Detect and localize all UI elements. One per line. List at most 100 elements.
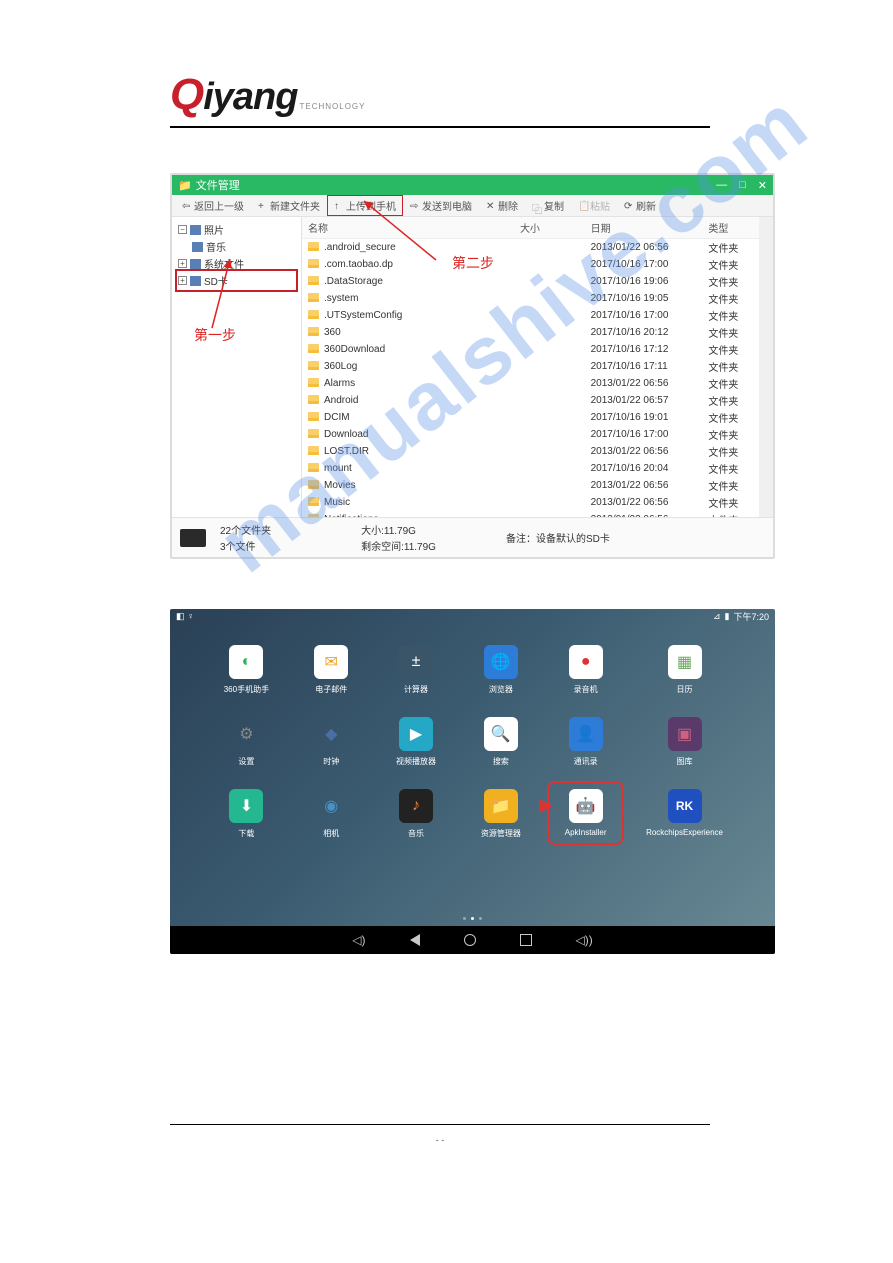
table-row[interactable]: Music2013/01/22 06:56文件夹: [302, 494, 773, 511]
app-label: 相机: [323, 828, 339, 839]
cell-date: 2017/10/16 17:12: [585, 341, 703, 358]
cell-size: [514, 443, 585, 460]
cell-size: [514, 409, 585, 426]
app-label: 时钟: [323, 756, 339, 767]
tree-item[interactable]: − 照片: [178, 221, 295, 238]
tree-expander-icon[interactable]: +: [178, 276, 187, 285]
app-item[interactable]: ⬇下载: [222, 789, 271, 839]
close-button[interactable]: ✕: [758, 179, 767, 192]
page-indicator: [170, 917, 775, 920]
folder-tree[interactable]: −照片音乐+系统文件+SD卡: [172, 217, 302, 517]
back-button[interactable]: ⇦返回上一级: [176, 196, 250, 215]
volume-down-button[interactable]: ◁): [352, 933, 365, 947]
tree-item-label: SD卡: [204, 273, 228, 288]
table-row[interactable]: .android_secure2013/01/22 06:56文件夹: [302, 239, 773, 257]
back-nav-button[interactable]: [410, 934, 420, 946]
app-item[interactable]: ◆时钟: [307, 717, 356, 767]
app-label: 图库: [677, 756, 693, 767]
file-count: 3个文件: [220, 538, 271, 553]
app-item[interactable]: 👤通讯录: [561, 717, 610, 767]
app-icon: ◐: [229, 645, 263, 679]
tree-item-label: 照片: [204, 222, 224, 237]
app-item[interactable]: ✉电子邮件: [307, 645, 356, 695]
delete-button[interactable]: ✕删除: [480, 196, 524, 215]
app-item[interactable]: RKRockchipsExperience: [646, 789, 723, 839]
app-item[interactable]: ▣图库: [646, 717, 723, 767]
scrollbar[interactable]: [759, 217, 773, 517]
cell-name: mount: [302, 460, 514, 477]
app-item[interactable]: 🌐浏览器: [476, 645, 525, 695]
app-item[interactable]: ▦日历: [646, 645, 723, 695]
col-date[interactable]: 日期: [585, 217, 703, 239]
tree-item[interactable]: +系统文件: [178, 255, 295, 272]
cell-size: [514, 511, 585, 517]
window-titlebar[interactable]: 📁 文件管理 — □ ✕: [172, 175, 773, 195]
refresh-button[interactable]: ⟳刷新: [618, 196, 662, 215]
maximize-button[interactable]: □: [739, 179, 746, 192]
folder-icon: [190, 225, 201, 235]
cell-date: 2017/10/16 17:00: [585, 256, 703, 273]
table-row[interactable]: Notifications2013/01/22 06:56文件夹: [302, 511, 773, 517]
table-row[interactable]: .system2017/10/16 19:05文件夹: [302, 290, 773, 307]
app-item[interactable]: ◉相机: [307, 789, 356, 839]
table-row[interactable]: LOST.DIR2013/01/22 06:56文件夹: [302, 443, 773, 460]
tree-expander-icon[interactable]: −: [178, 225, 187, 234]
app-item[interactable]: ♪音乐: [392, 789, 441, 839]
upload-label: 上传到手机: [346, 198, 396, 213]
app-apkinstaller[interactable]: 🤖ApkInstaller: [561, 789, 610, 839]
table-row[interactable]: Alarms2013/01/22 06:56文件夹: [302, 375, 773, 392]
app-item[interactable]: ◐360手机助手: [222, 645, 271, 695]
table-row[interactable]: mount2017/10/16 20:04文件夹: [302, 460, 773, 477]
app-label: 视频播放器: [396, 756, 436, 767]
app-label: 设置: [238, 756, 254, 767]
app-item[interactable]: ●录音机: [561, 645, 610, 695]
cell-size: [514, 256, 585, 273]
volume-up-button[interactable]: ◁)): [576, 933, 593, 947]
app-icon: ●: [569, 645, 603, 679]
app-label: 电子邮件: [315, 684, 347, 695]
table-row[interactable]: Android2013/01/22 06:57文件夹: [302, 392, 773, 409]
table-row[interactable]: 3602017/10/16 20:12文件夹: [302, 324, 773, 341]
table-row[interactable]: 360Log2017/10/16 17:11文件夹: [302, 358, 773, 375]
download-button[interactable]: ⇨发送到电脑: [404, 196, 478, 215]
window-title-icon: 📁: [178, 179, 192, 192]
col-name[interactable]: 名称: [302, 217, 514, 239]
app-item[interactable]: ⚙设置: [222, 717, 271, 767]
table-row[interactable]: .com.taobao.dp2017/10/16 17:00文件夹: [302, 256, 773, 273]
app-item[interactable]: 🔍搜索: [476, 717, 525, 767]
free-space: 剩余空间:11.79G: [361, 538, 436, 553]
cell-size: [514, 290, 585, 307]
refresh-label: 刷新: [636, 198, 656, 213]
app-item[interactable]: ▶视频播放器: [392, 717, 441, 767]
table-row[interactable]: .DataStorage2017/10/16 19:06文件夹: [302, 273, 773, 290]
cell-name: .com.taobao.dp: [302, 256, 514, 273]
cell-size: [514, 324, 585, 341]
logo-subtitle: TECHNOLOGY: [299, 102, 365, 111]
table-row[interactable]: Download2017/10/16 17:00文件夹: [302, 426, 773, 443]
cell-name: Download: [302, 426, 514, 443]
cell-name: DCIM: [302, 409, 514, 426]
cell-name: .UTSystemConfig: [302, 307, 514, 324]
file-list[interactable]: 名称 大小 日期 类型 .android_secure2013/01/22 06…: [302, 217, 773, 517]
copy-button[interactable]: ⿻复制: [526, 196, 570, 215]
cell-date: 2017/10/16 17:11: [585, 358, 703, 375]
tree-item[interactable]: 音乐: [178, 238, 295, 255]
table-row[interactable]: .UTSystemConfig2017/10/16 17:00文件夹: [302, 307, 773, 324]
col-size[interactable]: 大小: [514, 217, 585, 239]
app-item[interactable]: ±计算器: [392, 645, 441, 695]
new-folder-button[interactable]: +新建文件夹: [252, 196, 326, 215]
app-icon: ▦: [668, 645, 702, 679]
tree-expander-icon[interactable]: +: [178, 259, 187, 268]
minimize-button[interactable]: —: [716, 179, 727, 192]
recents-nav-button[interactable]: [520, 934, 532, 946]
app-icon: ♪: [399, 789, 433, 823]
table-row[interactable]: Movies2013/01/22 06:56文件夹: [302, 477, 773, 494]
table-row[interactable]: DCIM2017/10/16 19:01文件夹: [302, 409, 773, 426]
cell-name: .android_secure: [302, 239, 514, 257]
table-row[interactable]: 360Download2017/10/16 17:12文件夹: [302, 341, 773, 358]
home-nav-button[interactable]: [464, 934, 476, 946]
status-bar: 22个文件夹 3个文件 大小:11.79G 剩余空间:11.79G 备注：设备默…: [172, 517, 773, 557]
tree-item-sdcard[interactable]: + SD卡: [178, 272, 295, 289]
paste-button[interactable]: 📋粘贴: [572, 196, 616, 215]
upload-button[interactable]: ↑上传到手机: [328, 196, 402, 215]
